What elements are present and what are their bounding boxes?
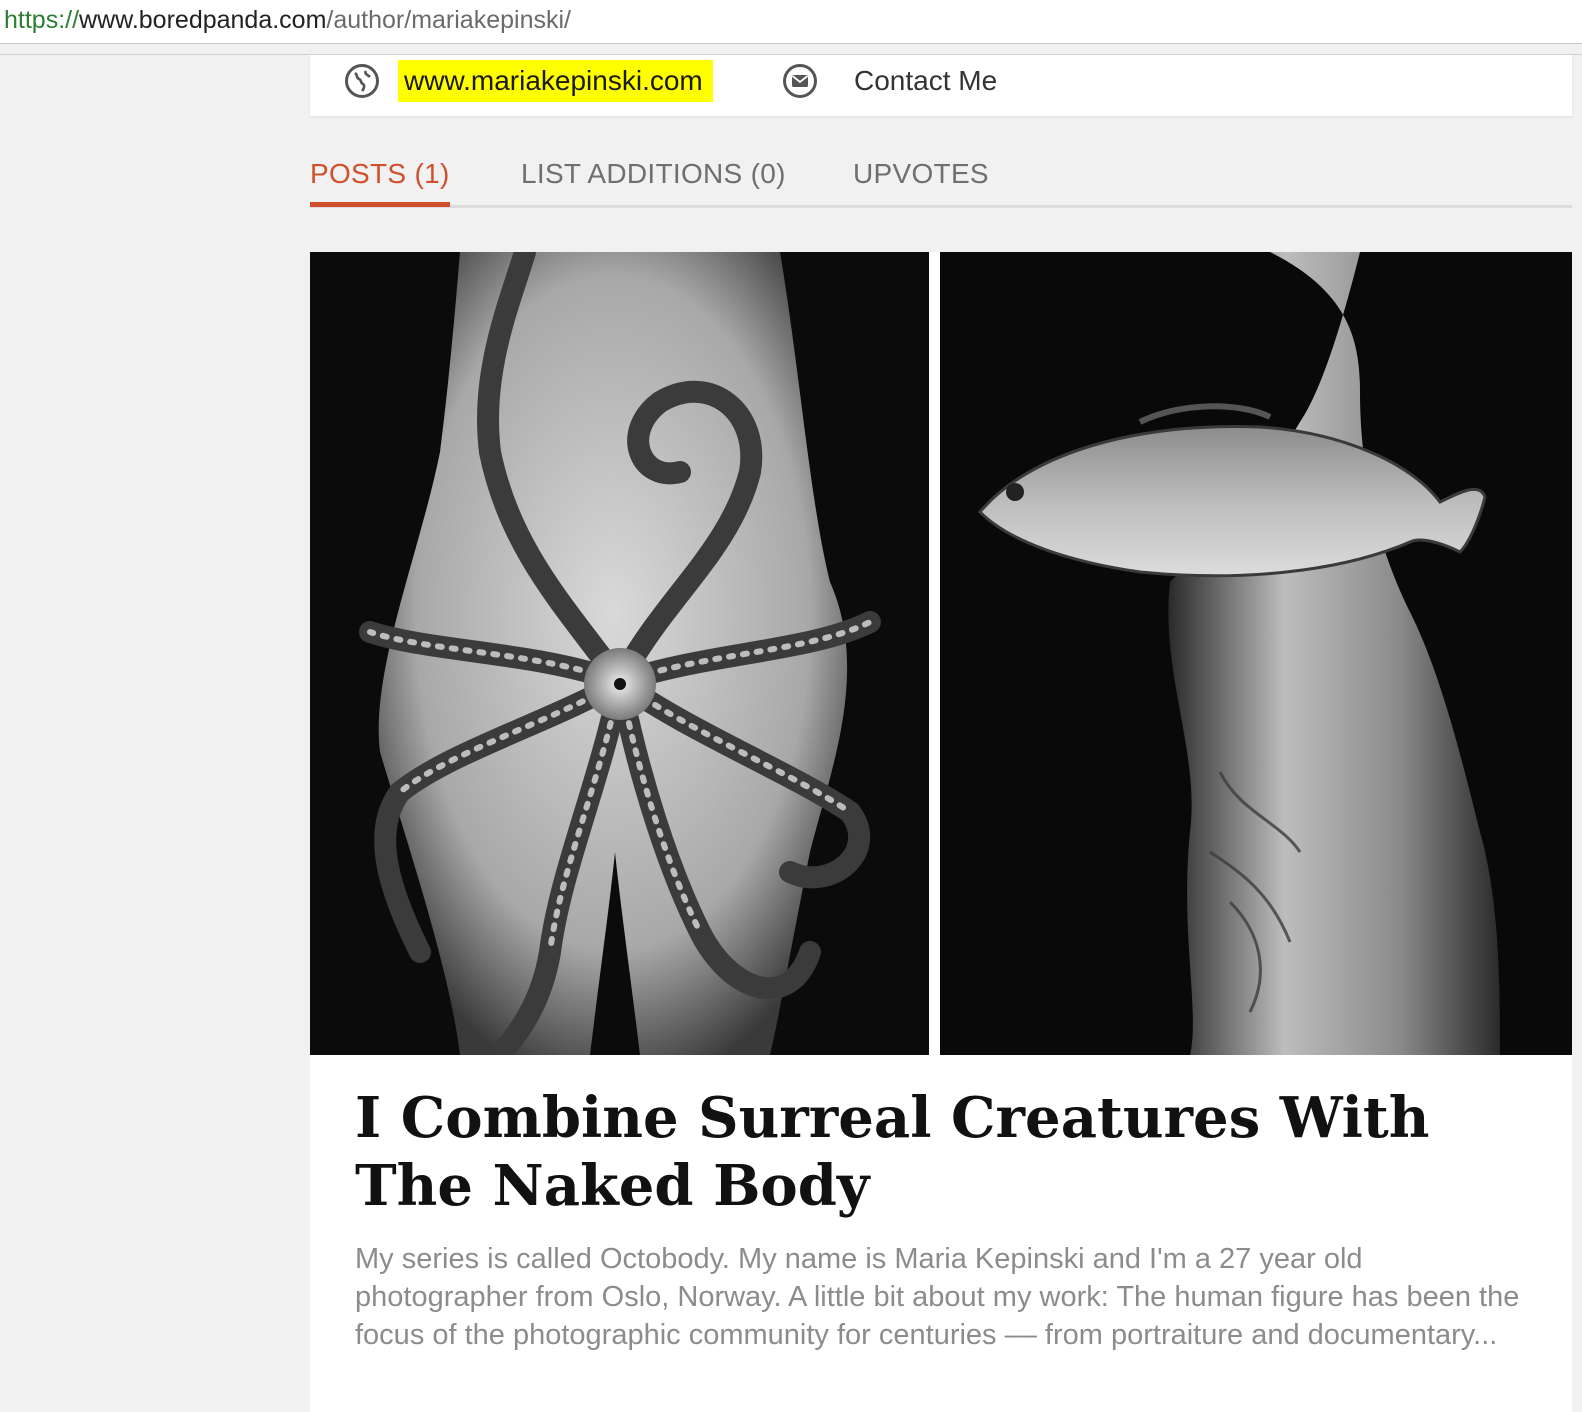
tab-posts[interactable]: POSTS (1): [310, 158, 450, 207]
globe-icon: [344, 63, 380, 99]
url-path: /author/mariakepinski/: [326, 6, 571, 34]
contact-me-label: Contact Me: [854, 65, 998, 96]
url-host: www.boredpanda.com: [79, 6, 327, 34]
url-scheme: https://: [4, 6, 80, 34]
tabs-baseline: [310, 205, 1572, 208]
post-excerpt: My series is called Octobody. My name is…: [355, 1243, 1520, 1351]
fish-photo[interactable]: [940, 252, 1572, 1055]
post-title[interactable]: I Combine Surreal Creatures With The Nak…: [355, 1084, 1535, 1220]
tab-upvotes[interactable]: UPVOTES: [853, 158, 989, 190]
profile-links-bar: www.mariakepinski.com Contact Me: [310, 55, 1572, 116]
octopus-photo[interactable]: [310, 252, 929, 1055]
website-link[interactable]: www.mariakepinski.com: [344, 60, 713, 102]
website-url[interactable]: www.mariakepinski.com: [398, 60, 713, 102]
address-bar[interactable]: https://www.boredpanda.com/author/mariak…: [0, 0, 1582, 44]
url-text[interactable]: https://www.boredpanda.com/author/mariak…: [4, 4, 571, 36]
post-images[interactable]: [310, 252, 1572, 1055]
envelope-icon: [782, 63, 818, 99]
post-card[interactable]: I Combine Surreal Creatures With The Nak…: [310, 252, 1572, 1412]
contact-me-link[interactable]: Contact Me: [782, 60, 997, 102]
profile-tabs: POSTS (1) LIST ADDITIONS (0) UPVOTES: [310, 150, 1572, 210]
tab-list-additions[interactable]: LIST ADDITIONS (0): [521, 158, 786, 190]
